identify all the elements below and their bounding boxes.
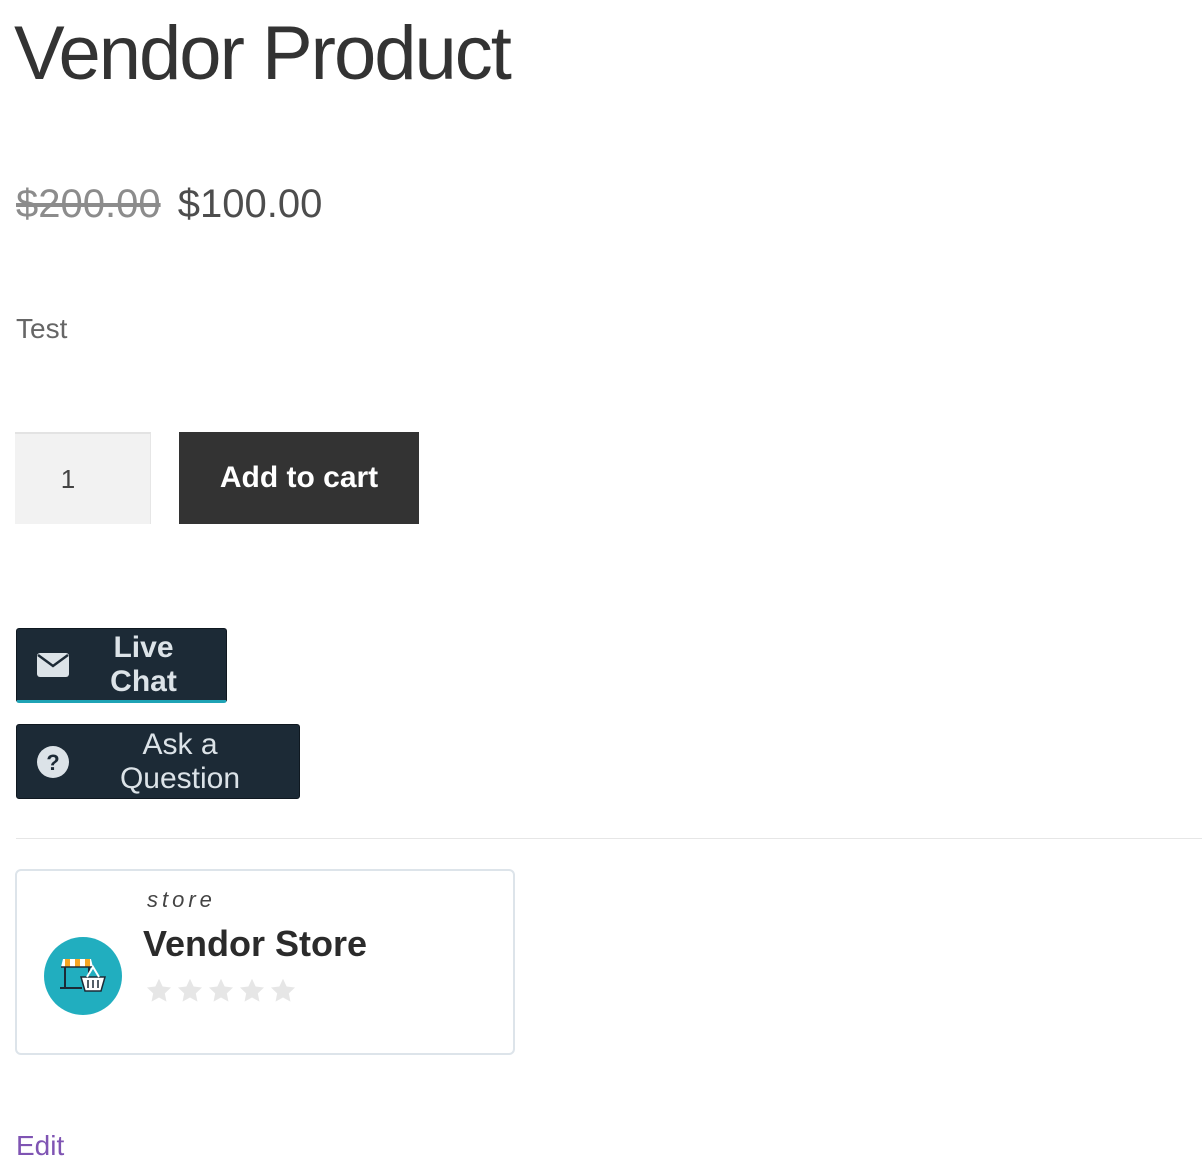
live-chat-button[interactable]: Live Chat: [16, 628, 227, 703]
store-name[interactable]: Vendor Store: [143, 923, 367, 965]
store-rating: [145, 977, 297, 1005]
product-page: Vendor Product $200.00 $100.00 Test Add …: [0, 0, 1202, 1168]
live-chat-label: Live Chat: [110, 630, 177, 698]
sale-price: $100.00: [177, 182, 323, 226]
product-title: Vendor Product: [14, 11, 512, 96]
storefront-icon[interactable]: [44, 937, 122, 1015]
star-icon: [208, 978, 234, 1002]
edit-link[interactable]: Edit: [16, 1128, 64, 1164]
star-icon: [177, 978, 203, 1002]
ask-question-button[interactable]: ? Ask a Question: [16, 724, 300, 799]
question-circle-icon: ?: [37, 745, 69, 778]
star-icon: [146, 978, 172, 1002]
product-short-description: Test: [16, 313, 68, 344]
section-divider: [16, 838, 1202, 839]
ask-question-label: Ask a Question: [119, 727, 241, 795]
store-label: store: [147, 887, 216, 912]
product-price: $200.00 $100.00: [16, 176, 322, 232]
add-to-cart-button[interactable]: Add to cart: [179, 432, 419, 524]
star-icon: [270, 978, 296, 1002]
quantity-input[interactable]: [15, 432, 151, 524]
envelope-icon: [37, 652, 69, 677]
svg-text:?: ?: [46, 750, 59, 775]
star-icon: [239, 978, 265, 1002]
vendor-store-card: store Vendor Store: [15, 869, 515, 1055]
regular-price: $200.00: [16, 182, 161, 226]
